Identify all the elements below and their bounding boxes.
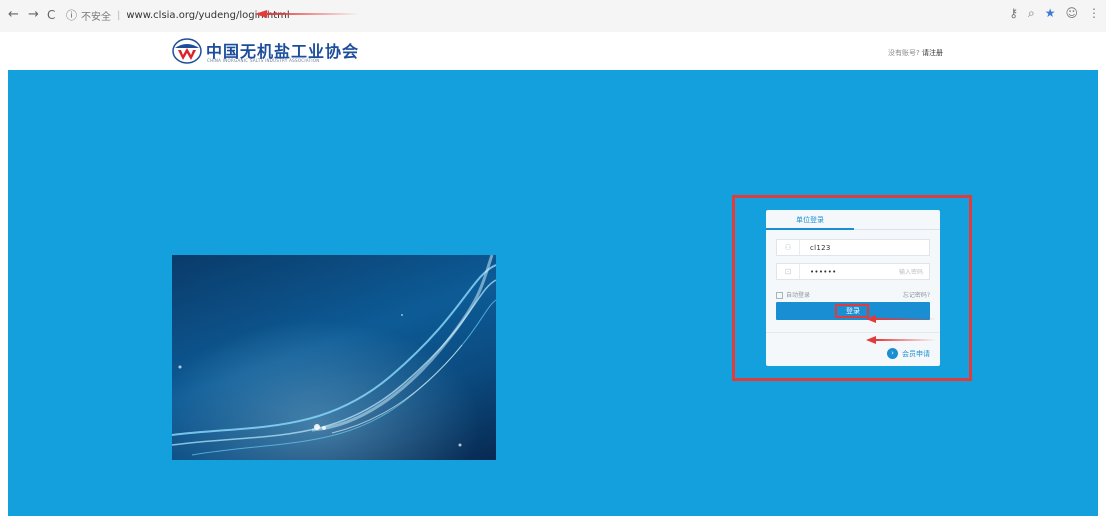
tab-unit-login[interactable]: 单位登录 — [766, 210, 854, 230]
search-icon[interactable]: ⌕ — [1028, 6, 1035, 21]
insecure-label: 不安全 — [81, 11, 111, 23]
star-icon[interactable]: ★ — [1045, 6, 1056, 21]
annotation-arrow-icon — [866, 315, 936, 323]
site-subtitle: CHINA INORGANIC SALTS INDUSTRY ASSOCIATI… — [207, 58, 320, 63]
back-button[interactable]: ← — [8, 6, 19, 24]
menu-icon[interactable]: ⋮ — [1088, 6, 1100, 21]
browser-toolbar: ← → C ⓘ 不安全 | www.clsia.org/yudeng/login… — [0, 0, 1106, 33]
username-value: cl123 — [810, 243, 831, 252]
browser-actions: ⚷ ⌕ ★ ☺ ⋮ — [1009, 6, 1100, 21]
site-header: 中国无机盐工业协会 CHINA INORGANIC SALTS INDUSTRY… — [0, 32, 1106, 70]
username-field[interactable]: ⚇ cl123 — [776, 239, 930, 256]
no-account-text: 没有账号? — [888, 49, 920, 57]
forward-button[interactable]: → — [28, 6, 39, 24]
password-field[interactable]: ⊡ •••••• 输入密码 — [776, 263, 930, 280]
annotation-button-highlight — [835, 304, 869, 318]
password-hint: 输入密码 — [898, 269, 923, 276]
key-icon[interactable]: ⚷ — [1009, 6, 1018, 21]
register-link[interactable]: 请注册 — [922, 49, 943, 57]
member-apply-link[interactable]: › 会员申请 — [887, 348, 930, 359]
auto-login-label: 自动登录 — [786, 292, 811, 299]
reload-button[interactable]: C — [47, 6, 55, 24]
forgot-password-link[interactable]: 忘记密码? — [903, 290, 930, 299]
login-options: 自动登录 忘记密码? — [776, 290, 930, 299]
user-icon: ⚇ — [777, 240, 800, 255]
register-prompt: 没有账号? 请注册 — [888, 48, 943, 58]
member-apply-label: 会员申请 — [902, 349, 930, 358]
hero-image — [172, 255, 496, 460]
annotation-arrow-icon — [255, 10, 359, 18]
annotation-arrow-icon — [866, 336, 936, 344]
address-separator: | — [117, 9, 121, 21]
info-icon[interactable]: ⓘ — [66, 7, 77, 23]
card-divider — [766, 332, 940, 333]
auto-login-checkbox[interactable] — [776, 292, 783, 299]
address-bar[interactable]: ⓘ 不安全 | www.clsia.org/yudeng/login.html — [66, 5, 1006, 25]
password-value: •••••• — [810, 267, 837, 276]
account-icon[interactable]: ☺ — [1065, 6, 1078, 21]
association-logo — [172, 38, 202, 64]
arrow-circle-icon: › — [887, 348, 898, 359]
lock-icon: ⊡ — [777, 264, 800, 279]
